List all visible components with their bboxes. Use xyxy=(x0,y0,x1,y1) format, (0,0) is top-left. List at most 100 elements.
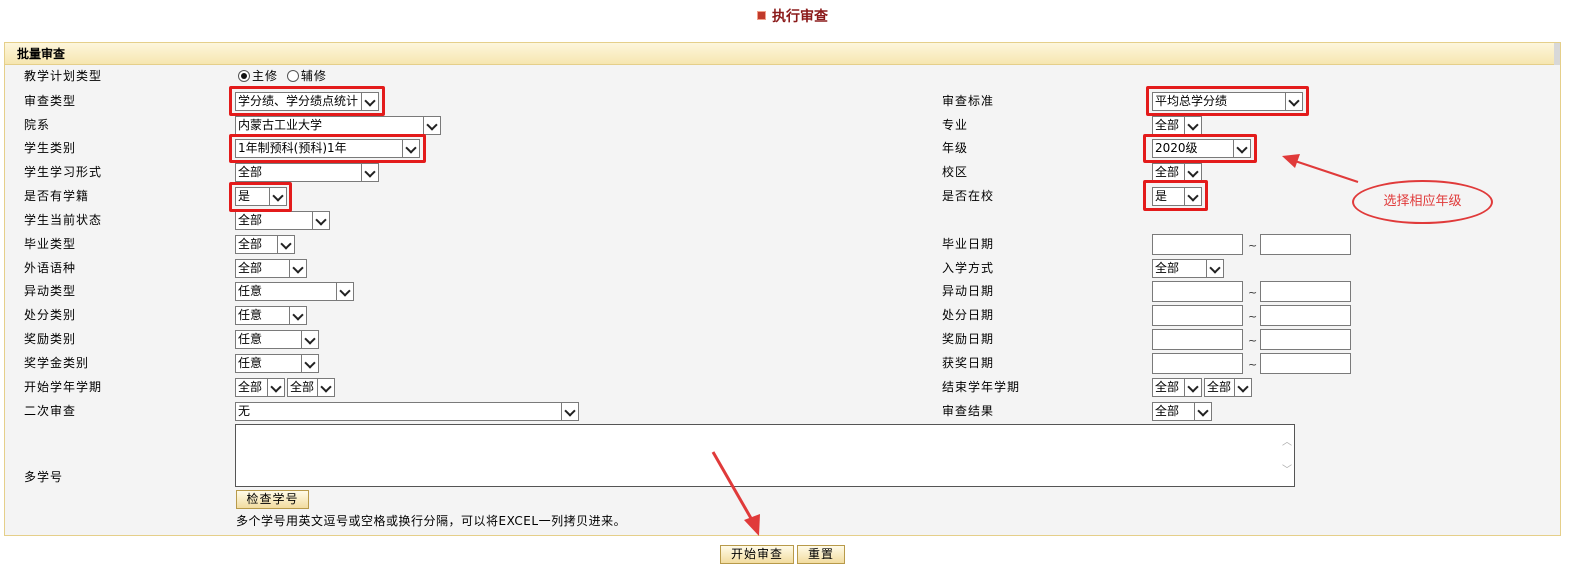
enroll-method-label: 入学方式 xyxy=(942,261,995,275)
department-select[interactable]: 内蒙古工业大学 xyxy=(235,116,441,135)
has-status-label: 是否有学籍 xyxy=(24,189,90,203)
multi-ids-textarea[interactable]: ︿ ﹀ xyxy=(235,424,1295,487)
radio-unchecked-icon[interactable] xyxy=(286,70,299,82)
chevron-down-icon xyxy=(317,379,334,396)
reward-date-to[interactable] xyxy=(1260,329,1351,350)
annotation-bubble: 选择相应年级 xyxy=(1352,180,1493,224)
punish-date-label: 处分日期 xyxy=(942,308,995,322)
award-date-to[interactable] xyxy=(1260,353,1351,374)
department-label: 院系 xyxy=(24,118,51,132)
major-select[interactable]: 全部 xyxy=(1152,116,1202,135)
start-year-select[interactable]: 全部 xyxy=(235,378,285,397)
chevron-down-icon xyxy=(289,307,306,324)
panel-header: 批量审查 xyxy=(5,43,1560,65)
chevron-down-icon xyxy=(301,331,318,348)
chevron-down-icon xyxy=(1184,164,1201,181)
chevron-down-icon xyxy=(561,403,578,420)
radio-checked-icon[interactable] xyxy=(238,70,250,82)
study-form-label: 学生学习形式 xyxy=(24,165,103,179)
change-date-to[interactable] xyxy=(1260,281,1351,302)
language-select[interactable]: 全部 xyxy=(235,259,307,278)
page-title: 执行审查 xyxy=(0,7,1585,27)
range-separator: ~ xyxy=(1248,358,1258,371)
end-term-label: 结束学年学期 xyxy=(942,380,1021,394)
range-separator: ~ xyxy=(1248,334,1258,347)
highlight-review-standard xyxy=(1146,86,1309,116)
change-type-label: 异动类型 xyxy=(24,284,77,298)
graduation-date-from[interactable] xyxy=(1152,234,1243,255)
review-type-label: 审查类型 xyxy=(24,94,77,108)
highlight-student-category xyxy=(229,134,426,163)
change-date-label: 异动日期 xyxy=(942,284,995,298)
scholarship-type-select[interactable]: 任意 xyxy=(235,354,319,373)
plan-type-radios: 主修 辅修 xyxy=(238,67,327,85)
chevron-down-icon xyxy=(301,355,318,372)
check-ids-button[interactable]: 检查学号 xyxy=(236,490,309,509)
start-term-label: 开始学年学期 xyxy=(24,380,103,394)
grade-label: 年级 xyxy=(942,141,969,155)
review-result-label: 审查结果 xyxy=(942,404,995,418)
review-result-select[interactable]: 全部 xyxy=(1152,402,1212,421)
second-review-select[interactable]: 无 xyxy=(235,402,579,421)
study-form-select[interactable]: 全部 xyxy=(235,163,379,182)
radio-major[interactable]: 主修 xyxy=(238,69,278,83)
punish-date-from[interactable] xyxy=(1152,305,1243,326)
punish-date-to[interactable] xyxy=(1260,305,1351,326)
change-date-from[interactable] xyxy=(1152,281,1243,302)
plan-type-label: 教学计划类型 xyxy=(24,69,103,83)
reward-type-label: 奖励类别 xyxy=(24,332,77,346)
graduation-date-to[interactable] xyxy=(1260,234,1351,255)
reset-button[interactable]: 重置 xyxy=(797,545,845,564)
panel-scrollbar[interactable] xyxy=(1554,43,1560,65)
second-review-label: 二次审查 xyxy=(24,404,77,418)
current-state-label: 学生当前状态 xyxy=(24,213,103,227)
chevron-down-icon xyxy=(1234,379,1251,396)
current-state-select[interactable]: 全部 xyxy=(235,211,330,230)
chevron-down-icon xyxy=(1194,403,1211,420)
chevron-down-icon xyxy=(1184,117,1201,134)
chevron-down-icon xyxy=(267,379,284,396)
start-review-button[interactable]: 开始审查 xyxy=(720,545,794,564)
radio-minor[interactable]: 辅修 xyxy=(286,69,327,83)
punish-type-label: 处分类别 xyxy=(24,308,77,322)
language-label: 外语语种 xyxy=(24,261,77,275)
highlight-in-school xyxy=(1143,180,1208,211)
reward-date-label: 奖励日期 xyxy=(942,332,995,346)
chevron-down-icon xyxy=(1206,260,1223,277)
multi-ids-note: 多个学号用英文逗号或空格或换行分隔，可以将EXCEL一列拷贝进来。 xyxy=(236,514,627,528)
title-bullet-icon xyxy=(757,11,766,20)
change-type-select[interactable]: 任意 xyxy=(235,282,354,301)
chevron-down-icon xyxy=(423,117,440,134)
punish-type-select[interactable]: 任意 xyxy=(235,306,307,325)
chevron-down-icon xyxy=(277,236,294,253)
start-term-select[interactable]: 全部 xyxy=(287,378,335,397)
award-date-label: 获奖日期 xyxy=(942,356,995,370)
graduation-type-label: 毕业类型 xyxy=(24,237,77,251)
highlight-grade xyxy=(1143,134,1257,163)
major-label: 专业 xyxy=(942,118,969,132)
chevron-down-icon xyxy=(289,260,306,277)
textarea-scrollbar[interactable]: ︿ ﹀ xyxy=(1282,429,1292,485)
reward-type-select[interactable]: 任意 xyxy=(235,330,319,349)
highlight-has-status xyxy=(229,182,292,212)
review-standard-label: 审查标准 xyxy=(942,94,995,108)
student-category-label: 学生类别 xyxy=(24,141,77,155)
in-school-label: 是否在校 xyxy=(942,189,995,203)
chevron-down-icon xyxy=(312,212,329,229)
end-year-select[interactable]: 全部 xyxy=(1152,378,1202,397)
award-date-from[interactable] xyxy=(1152,353,1243,374)
range-separator: ~ xyxy=(1248,286,1258,299)
enroll-method-select[interactable]: 全部 xyxy=(1152,259,1224,278)
graduation-type-select[interactable]: 全部 xyxy=(235,235,295,254)
chevron-down-icon xyxy=(1184,379,1201,396)
end-term-select[interactable]: 全部 xyxy=(1204,378,1252,397)
chevron-down-icon xyxy=(336,283,353,300)
multi-ids-label: 多学号 xyxy=(24,470,64,484)
range-separator: ~ xyxy=(1248,239,1258,252)
scholarship-type-label: 奖学金类别 xyxy=(24,356,90,370)
highlight-review-type xyxy=(229,86,385,116)
reward-date-from[interactable] xyxy=(1152,329,1243,350)
range-separator: ~ xyxy=(1248,310,1258,323)
chevron-down-icon xyxy=(361,164,378,181)
campus-label: 校区 xyxy=(942,165,969,179)
